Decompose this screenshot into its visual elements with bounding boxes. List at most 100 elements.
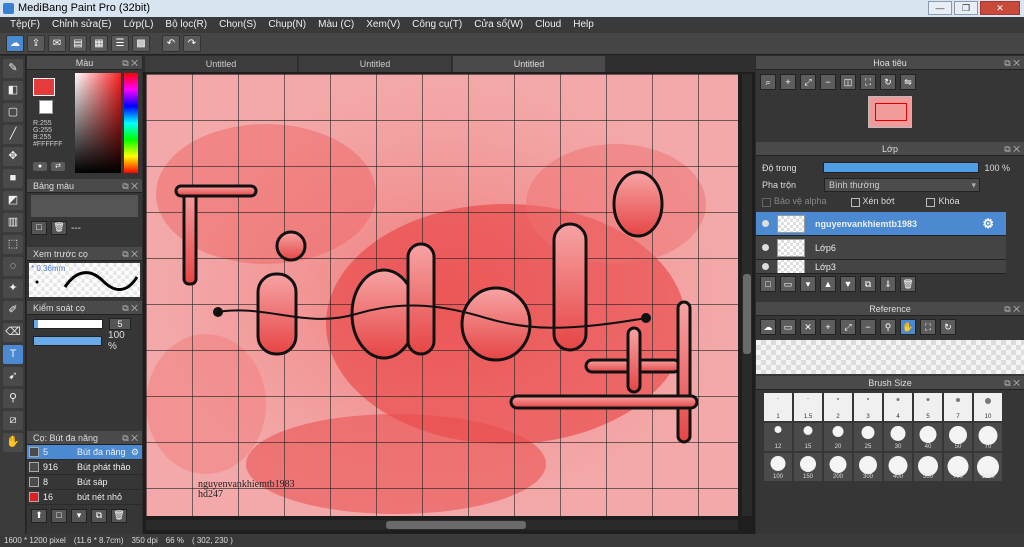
brush-copy-icon[interactable]: ⧉ [91, 509, 107, 523]
reference-cloud-icon[interactable]: ☁ [760, 319, 776, 335]
menu-edit[interactable]: Chỉnh sửa(E) [46, 17, 118, 33]
brush-settings-icon[interactable]: ⚙ [131, 447, 139, 458]
line-tool-icon[interactable]: ╱ [3, 125, 23, 144]
lasso-tool-icon[interactable]: ◌ [3, 257, 23, 276]
horizontal-scrollbar[interactable] [146, 520, 738, 530]
move-tool-icon[interactable]: ✥ [3, 147, 23, 166]
reference-zoom-out-icon[interactable]: − [860, 319, 876, 335]
dot-tool-icon[interactable]: ▢ [3, 103, 23, 122]
hue-slider[interactable] [124, 73, 138, 173]
delete-layer-icon[interactable]: 🗑 [900, 276, 916, 292]
list-icon[interactable]: ☰ [111, 35, 129, 52]
clipping-checkbox[interactable]: Xén bớt [850, 196, 894, 207]
reference-image-area[interactable] [756, 340, 1024, 374]
fullscreen-icon[interactable]: ⛶ [860, 74, 876, 90]
brush-size-option[interactable]: 500 [914, 453, 942, 481]
brush-size-option[interactable]: 10 [974, 393, 1002, 421]
document-icon[interactable]: ▦ [90, 35, 108, 52]
menu-snap[interactable]: Chụp(N) [262, 17, 312, 33]
undo-icon[interactable]: ↶ [162, 35, 180, 52]
brush-size-option[interactable]: 20 [824, 423, 852, 451]
panel-window-icon[interactable]: ⧉ ✕ [1004, 56, 1020, 70]
brush-size-option[interactable]: 3 [854, 393, 882, 421]
brush-size-option[interactable]: 1000 [974, 453, 1002, 481]
brush-size-option[interactable]: 150 [794, 453, 822, 481]
menu-filter[interactable]: Bộ lọc(R) [159, 17, 213, 33]
brush-size-option[interactable]: 7 [944, 393, 972, 421]
brush-opacity-slider[interactable] [33, 335, 103, 346]
brush-size-option[interactable]: 200 [824, 453, 852, 481]
rotate-icon[interactable]: ↻ [880, 74, 896, 90]
zoom-icon[interactable]: ⌕ [760, 74, 776, 90]
brush-delete-icon[interactable]: 🗑 [111, 509, 127, 523]
brush-size-option[interactable]: 70 [974, 423, 1002, 451]
zoom-in-icon[interactable]: + [780, 74, 796, 90]
hand-tool-icon[interactable]: ✋ [3, 433, 23, 452]
fill-tool-icon[interactable]: ◩ [3, 191, 23, 210]
panel-window-icon[interactable]: ⧉ ✕ [122, 431, 138, 445]
brush-size-option[interactable]: 4 [884, 393, 912, 421]
rect-tool-icon[interactable]: ■ [3, 169, 23, 188]
zoom-out-icon[interactable]: − [820, 74, 836, 90]
navigator-thumbnail[interactable] [868, 96, 912, 128]
minimize-button[interactable]: — [928, 1, 952, 15]
panel-window-icon[interactable]: ⧉ ✕ [1004, 302, 1020, 316]
select-pen-icon[interactable]: ✐ [3, 301, 23, 320]
brush-list-item[interactable]: 16 bút nét nhỏ [27, 490, 142, 505]
cloud-icon[interactable]: ☁ [6, 35, 24, 52]
drawing-canvas[interactable]: nguyenvankhiemtb1983 hd247 [146, 74, 738, 516]
menu-cloud[interactable]: Cloud [529, 17, 567, 33]
add-brush-icon[interactable]: ⬆ [31, 509, 47, 523]
upload-icon[interactable]: ⇪ [27, 35, 45, 52]
reference-fullscreen-icon[interactable]: ⛶ [920, 319, 936, 335]
vertical-scrollbar[interactable] [742, 74, 752, 516]
lock-checkbox[interactable]: Khóa [926, 196, 960, 207]
maximize-button[interactable]: ❐ [954, 1, 978, 15]
brush-size-option[interactable]: 400 [884, 453, 912, 481]
menu-help[interactable]: Help [567, 17, 600, 33]
operation-tool-icon[interactable]: ➹ [3, 367, 23, 386]
brush-size-option[interactable]: 1 [764, 393, 792, 421]
reference-close-icon[interactable]: ✕ [800, 319, 816, 335]
layer-item[interactable]: Lớp3 [756, 260, 1006, 274]
reference-hand-icon[interactable]: ✋ [900, 319, 916, 335]
brush-size-option[interactable]: 40 [914, 423, 942, 451]
text-tool-icon[interactable]: T [3, 345, 23, 364]
layer-item[interactable]: nguyenvankhiemtb1983 ⚙ [756, 212, 1006, 236]
saturation-value-picker[interactable] [75, 73, 121, 173]
divide-tool-icon[interactable]: ⧄ [3, 411, 23, 430]
brush-size-option[interactable]: 100 [764, 453, 792, 481]
select-rect-icon[interactable]: ⬚ [3, 235, 23, 254]
layer-opacity-slider[interactable] [822, 162, 979, 173]
move-up-icon[interactable]: ▲ [820, 276, 836, 292]
reference-zoom-in-icon[interactable]: + [820, 319, 836, 335]
merge-down-icon[interactable]: ⇓ [880, 276, 896, 292]
grid-icon[interactable]: ▩ [132, 35, 150, 52]
flip-icon[interactable]: ⇋ [900, 74, 916, 90]
select-eraser-icon[interactable]: ⌫ [3, 323, 23, 342]
magic-wand-icon[interactable]: ✦ [3, 279, 23, 298]
close-button[interactable]: ✕ [980, 1, 1020, 15]
brush-list-item[interactable]: 5 Bút đa năng ⚙ [27, 445, 142, 460]
menu-layer[interactable]: Lớp(L) [118, 17, 160, 33]
panel-window-icon[interactable]: ⧉ ✕ [1004, 376, 1020, 390]
foreground-color-swatch[interactable] [33, 78, 55, 96]
document-tab[interactable]: Untitled [299, 56, 451, 72]
move-down-icon[interactable]: ▼ [840, 276, 856, 292]
panel-window-icon[interactable]: ⧉ ✕ [1004, 142, 1020, 156]
visibility-icon[interactable] [762, 263, 769, 270]
color-mode-button[interactable]: ● [33, 162, 47, 171]
new-folder-icon[interactable]: ▭ [780, 276, 796, 292]
brush-size-option[interactable]: 1.5 [794, 393, 822, 421]
actual-size-icon[interactable]: ◫ [840, 74, 856, 90]
visibility-icon[interactable] [762, 244, 769, 251]
panel-window-icon[interactable]: ⧉ ✕ [122, 56, 138, 70]
brush-size-option[interactable]: 300 [854, 453, 882, 481]
brush-size-slider[interactable] [33, 318, 103, 329]
brush-list-item[interactable]: 8 Bút sáp [27, 475, 142, 490]
layer-settings-icon[interactable]: ⚙ [982, 216, 994, 232]
protect-alpha-checkbox[interactable]: Bảo vệ alpha [762, 196, 827, 207]
menu-window[interactable]: Cửa sổ(W) [468, 17, 529, 33]
brush-size-option[interactable]: 30 [884, 423, 912, 451]
page-icon[interactable]: ▤ [69, 35, 87, 52]
